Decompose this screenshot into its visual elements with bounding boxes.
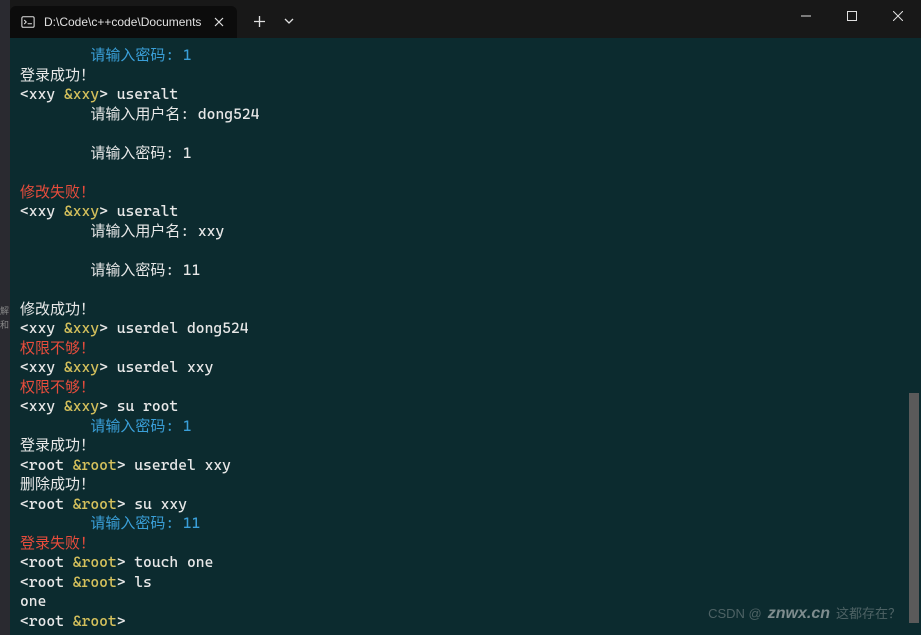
terminal-text: > userdel xxy: [117, 456, 231, 474]
terminal-text: > ls: [117, 573, 152, 591]
terminal-line: <xxy &xxy> userdel xxy: [20, 358, 911, 378]
terminal-text: 权限不够！: [20, 339, 95, 357]
terminal-text: 请输入密码: 11: [20, 261, 200, 279]
terminal-line: <root &root> su xxy: [20, 495, 911, 515]
titlebar: D:\Code\c++code\Documents: [10, 0, 921, 38]
terminal-line: <xxy &xxy> useralt: [20, 85, 911, 105]
terminal-text: <root: [20, 456, 73, 474]
terminal-text: <xxy: [20, 397, 64, 415]
tab-title: D:\Code\c++code\Documents: [44, 15, 201, 29]
terminal-text: > su root: [99, 397, 178, 415]
terminal-text: 修改成功！: [20, 300, 95, 318]
terminal-text: &root: [73, 495, 117, 513]
terminal-text: 删除成功！: [20, 475, 95, 493]
terminal-text: >: [117, 612, 126, 630]
terminal-text: &xxy: [64, 397, 99, 415]
terminal-text: 登录失败！: [20, 534, 95, 552]
terminal-line: 请输入密码: 1: [20, 417, 911, 437]
terminal-text: 请输入密码: 1: [20, 144, 192, 162]
terminal-text: &xxy: [64, 358, 99, 376]
terminal-text: &xxy: [64, 202, 99, 220]
terminal-line: [20, 280, 911, 300]
terminal-text: 请输入密码: 1: [20, 46, 192, 64]
terminal-line: 权限不够！: [20, 378, 911, 398]
terminal-line: <root &root> touch one: [20, 553, 911, 573]
terminal-text: &root: [73, 573, 117, 591]
terminal-text: 登录成功！: [20, 66, 95, 84]
terminal-line: <root &root> ls: [20, 573, 911, 593]
terminal-line: 修改失败！: [20, 183, 911, 203]
terminal-text: <xxy: [20, 319, 64, 337]
terminal-line: [20, 241, 911, 261]
terminal-line: 删除成功！: [20, 475, 911, 495]
terminal-text: <xxy: [20, 85, 64, 103]
terminal-line: 权限不够！: [20, 339, 911, 359]
maximize-button[interactable]: [829, 0, 875, 32]
terminal-line: <xxy &xxy> userdel dong524: [20, 319, 911, 339]
minimize-button[interactable]: [783, 0, 829, 32]
terminal-text: [20, 124, 29, 142]
terminal-line: 请输入密码: 11: [20, 514, 911, 534]
terminal-window: D:\Code\c++code\Documents 请输入密码: 1登录成功！<…: [10, 0, 921, 635]
scrollbar-thumb[interactable]: [909, 393, 919, 623]
terminal-line: 请输入密码: 1: [20, 144, 911, 164]
terminal-text: > useralt: [99, 85, 178, 103]
terminal-line: 请输入用户名: dong524: [20, 105, 911, 125]
terminal-text: &xxy: [64, 319, 99, 337]
terminal-line: 登录成功！: [20, 66, 911, 86]
terminal-text: 登录成功！: [20, 436, 95, 454]
terminal-text: <xxy: [20, 358, 64, 376]
window-controls: [783, 0, 921, 32]
terminal-line: 请输入密码: 1: [20, 46, 911, 66]
terminal-line: 登录失败！: [20, 534, 911, 554]
terminal-text: &xxy: [64, 85, 99, 103]
terminal-text: &root: [73, 612, 117, 630]
scrollbar[interactable]: [907, 38, 921, 635]
watermark-text: 这都存在？: [836, 603, 901, 622]
terminal-text: one: [20, 592, 46, 610]
close-button[interactable]: [875, 0, 921, 32]
watermark: CSDN @ znwx.cn 这都存在？: [708, 603, 901, 623]
terminal-text: <root: [20, 612, 73, 630]
tab-close-button[interactable]: [209, 12, 229, 32]
terminal-text: <root: [20, 573, 73, 591]
terminal-icon: [20, 14, 36, 30]
terminal-line: <xxy &xxy> su root: [20, 397, 911, 417]
terminal-line: 登录成功！: [20, 436, 911, 456]
tab-dropdown-button[interactable]: [275, 5, 303, 37]
terminal-line: <root &root> userdel xxy: [20, 456, 911, 476]
terminal-text: <root: [20, 495, 73, 513]
terminal-text: <xxy: [20, 202, 64, 220]
terminal-line: 请输入密码: 11: [20, 261, 911, 281]
terminal-text: &root: [73, 456, 117, 474]
watermark-csdn: CSDN @: [708, 606, 762, 621]
active-tab[interactable]: D:\Code\c++code\Documents: [10, 6, 237, 38]
watermark-site: znwx.cn: [768, 605, 830, 623]
terminal-text: 修改失败！: [20, 183, 95, 201]
terminal-text: > useralt: [99, 202, 178, 220]
terminal-text: <root: [20, 553, 73, 571]
terminal-output[interactable]: 请输入密码: 1登录成功！<xxy &xxy> useralt 请输入用户名: …: [10, 38, 921, 635]
terminal-line: <xxy &xxy> useralt: [20, 202, 911, 222]
terminal-text: [20, 280, 29, 298]
terminal-text: &root: [73, 553, 117, 571]
terminal-text: 请输入用户名: dong524: [20, 105, 259, 123]
terminal-text: 请输入密码: 1: [20, 417, 192, 435]
terminal-text: > su xxy: [117, 495, 187, 513]
terminal-text: [20, 163, 29, 181]
terminal-text: [20, 241, 29, 259]
terminal-line: 修改成功！: [20, 300, 911, 320]
terminal-text: 请输入用户名: xxy: [20, 222, 224, 240]
new-tab-button[interactable]: [243, 5, 275, 37]
terminal-text: 请输入密码: 11: [20, 514, 200, 532]
editor-left-edge: 解 和: [0, 0, 10, 635]
terminal-line: [20, 124, 911, 144]
terminal-text: 权限不够！: [20, 378, 95, 396]
terminal-text: > userdel xxy: [99, 358, 213, 376]
terminal-text: > userdel dong524: [99, 319, 248, 337]
terminal-line: [20, 163, 911, 183]
terminal-line: 请输入用户名: xxy: [20, 222, 911, 242]
terminal-text: > touch one: [117, 553, 214, 571]
